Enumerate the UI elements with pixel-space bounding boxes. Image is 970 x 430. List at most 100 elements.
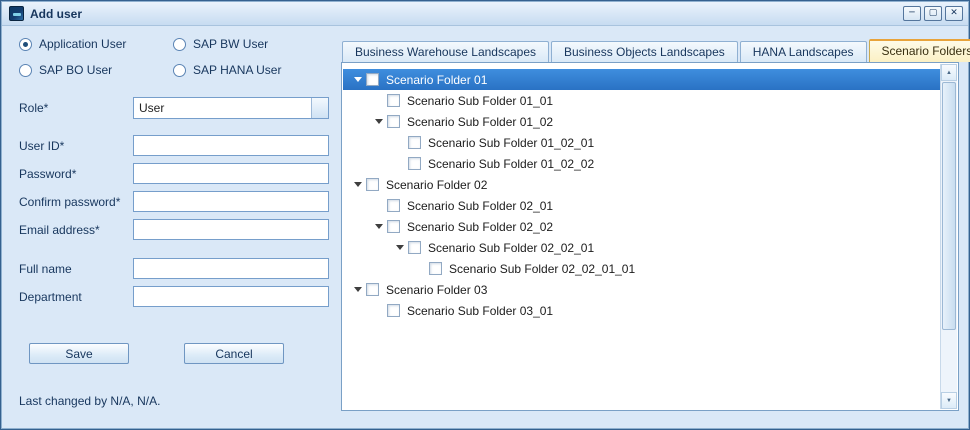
radio-sap-bw-user[interactable]: SAP BW User <box>173 37 333 51</box>
landscapes-pane: Business Warehouse LandscapesBusiness Ob… <box>341 39 959 411</box>
user-id-field[interactable] <box>133 135 329 156</box>
tree-item[interactable]: Scenario Sub Folder 01_02 <box>343 111 940 132</box>
window-controls: ─ ▢ ✕ <box>903 6 963 21</box>
role-select[interactable]: User <box>133 97 329 119</box>
checkbox[interactable] <box>366 73 379 86</box>
field-row: User ID* <box>15 135 333 156</box>
radio-label: SAP BW User <box>193 37 268 51</box>
tree-item-label: Scenario Sub Folder 02_02_01 <box>428 241 594 255</box>
form-fields: User ID* Password* Confirm password* Email … <box>15 135 333 307</box>
field-label: User ID* <box>19 139 133 153</box>
password-field[interactable] <box>133 163 329 184</box>
scroll-up-icon[interactable]: ▲ <box>941 64 957 81</box>
tree-item-label: Scenario Sub Folder 03_01 <box>407 304 553 318</box>
scenario-folder-tree-panel: Scenario Folder 01 Scenario Sub Folder 01… <box>341 62 959 411</box>
close-icon[interactable]: ✕ <box>945 6 963 21</box>
save-button[interactable]: Save <box>29 343 129 364</box>
tree-item-label: Scenario Sub Folder 02_02 <box>407 220 553 234</box>
field-label: Department <box>19 290 133 304</box>
checkbox[interactable] <box>366 178 379 191</box>
tab-business-objects-landscapes[interactable]: Business Objects Landscapes <box>551 41 738 62</box>
department-field[interactable] <box>133 286 329 307</box>
role-selected-value: User <box>134 101 311 115</box>
checkbox[interactable] <box>408 241 421 254</box>
full-name-field[interactable] <box>133 258 329 279</box>
role-label: Role* <box>19 101 133 115</box>
field-label: Confirm password* <box>19 195 133 209</box>
tab-bar: Business Warehouse LandscapesBusiness Ob… <box>341 39 959 62</box>
tab-hana-landscapes[interactable]: HANA Landscapes <box>740 41 867 62</box>
tree-item[interactable]: Scenario Sub Folder 01_01 <box>343 90 940 111</box>
email-address-field[interactable] <box>133 219 329 240</box>
tree-item[interactable]: Scenario Folder 03 <box>343 279 940 300</box>
add-user-dialog: Add user ─ ▢ ✕ Application User SAP BW Us… <box>0 0 970 430</box>
checkbox[interactable] <box>387 199 400 212</box>
radio-sap-hana-user[interactable]: SAP HANA User <box>173 63 333 77</box>
tree-item-label: Scenario Folder 03 <box>386 283 487 297</box>
app-icon <box>9 6 24 21</box>
tree-item-label: Scenario Folder 02 <box>386 178 487 192</box>
tree-item[interactable]: Scenario Sub Folder 02_02_01_01 <box>343 258 940 279</box>
field-label: Password* <box>19 167 133 181</box>
cancel-button[interactable]: Cancel <box>184 343 284 364</box>
checkbox[interactable] <box>366 283 379 296</box>
checkbox[interactable] <box>387 304 400 317</box>
field-label: Full name <box>19 262 133 276</box>
checkbox[interactable] <box>408 157 421 170</box>
field-row: Email address* <box>15 219 333 240</box>
checkbox[interactable] <box>387 115 400 128</box>
radio-icon <box>173 38 186 51</box>
radio-label: Application User <box>39 37 126 51</box>
expander-down-icon[interactable] <box>370 119 387 124</box>
expander-down-icon[interactable] <box>370 224 387 229</box>
expander-down-icon[interactable] <box>349 287 366 292</box>
last-changed-text: Last changed by N/A, N/A. <box>15 394 333 408</box>
tree-item-label: Scenario Sub Folder 01_02 <box>407 115 553 129</box>
action-buttons: Save Cancel <box>15 343 333 364</box>
field-row: Password* <box>15 163 333 184</box>
expander-down-icon[interactable] <box>391 245 408 250</box>
tab-scenario-folders[interactable]: Scenario Folders <box>869 39 970 62</box>
radio-icon <box>173 64 186 77</box>
user-type-radio-group: Application User SAP BW User SAP BO User SA… <box>15 37 333 77</box>
radio-sap-bo-user[interactable]: SAP BO User <box>19 63 169 77</box>
confirm-password-field[interactable] <box>133 191 329 212</box>
tab-business-warehouse-landscapes[interactable]: Business Warehouse Landscapes <box>342 41 549 62</box>
window-title: Add user <box>30 7 82 21</box>
checkbox[interactable] <box>387 94 400 107</box>
maximize-icon[interactable]: ▢ <box>924 6 942 21</box>
user-form-pane: Application User SAP BW User SAP BO User SA… <box>15 37 333 408</box>
checkbox[interactable] <box>408 136 421 149</box>
radio-application-user[interactable]: Application User <box>19 37 169 51</box>
radio-label: SAP BO User <box>39 63 112 77</box>
checkbox[interactable] <box>429 262 442 275</box>
expander-down-icon[interactable] <box>349 182 366 187</box>
tree-item-label: Scenario Sub Folder 01_01 <box>407 94 553 108</box>
tree-item[interactable]: Scenario Folder 02 <box>343 174 940 195</box>
expander-down-icon[interactable] <box>349 77 366 82</box>
tree-item[interactable]: Scenario Sub Folder 01_02_01 <box>343 132 940 153</box>
radio-label: SAP HANA User <box>193 63 281 77</box>
tree-item[interactable]: Scenario Sub Folder 01_02_02 <box>343 153 940 174</box>
radio-icon <box>19 64 32 77</box>
field-label: Email address* <box>19 223 133 237</box>
tree-scrollbar[interactable]: ▲ ▼ <box>940 64 957 409</box>
tree-item[interactable]: Scenario Sub Folder 03_01 <box>343 300 940 321</box>
chevron-down-icon[interactable] <box>311 98 328 118</box>
tree-item-label: Scenario Sub Folder 01_02_01 <box>428 136 594 150</box>
field-row: Full name <box>15 258 333 279</box>
field-row: Confirm password* <box>15 191 333 212</box>
titlebar[interactable]: Add user ─ ▢ ✕ <box>2 2 968 26</box>
tree-item[interactable]: Scenario Sub Folder 02_01 <box>343 195 940 216</box>
tree-item-label: Scenario Sub Folder 02_02_01_01 <box>449 262 635 276</box>
tree-item[interactable]: Scenario Sub Folder 02_02_01 <box>343 237 940 258</box>
scroll-down-icon[interactable]: ▼ <box>941 392 957 409</box>
radio-icon <box>19 38 32 51</box>
checkbox[interactable] <box>387 220 400 233</box>
tree-item[interactable]: Scenario Sub Folder 02_02 <box>343 216 940 237</box>
scenario-folder-tree: Scenario Folder 01 Scenario Sub Folder 01… <box>343 69 940 409</box>
minimize-icon[interactable]: ─ <box>903 6 921 21</box>
tree-item-label: Scenario Sub Folder 02_01 <box>407 199 553 213</box>
scrollbar-thumb[interactable] <box>942 82 956 330</box>
tree-item[interactable]: Scenario Folder 01 <box>343 69 940 90</box>
